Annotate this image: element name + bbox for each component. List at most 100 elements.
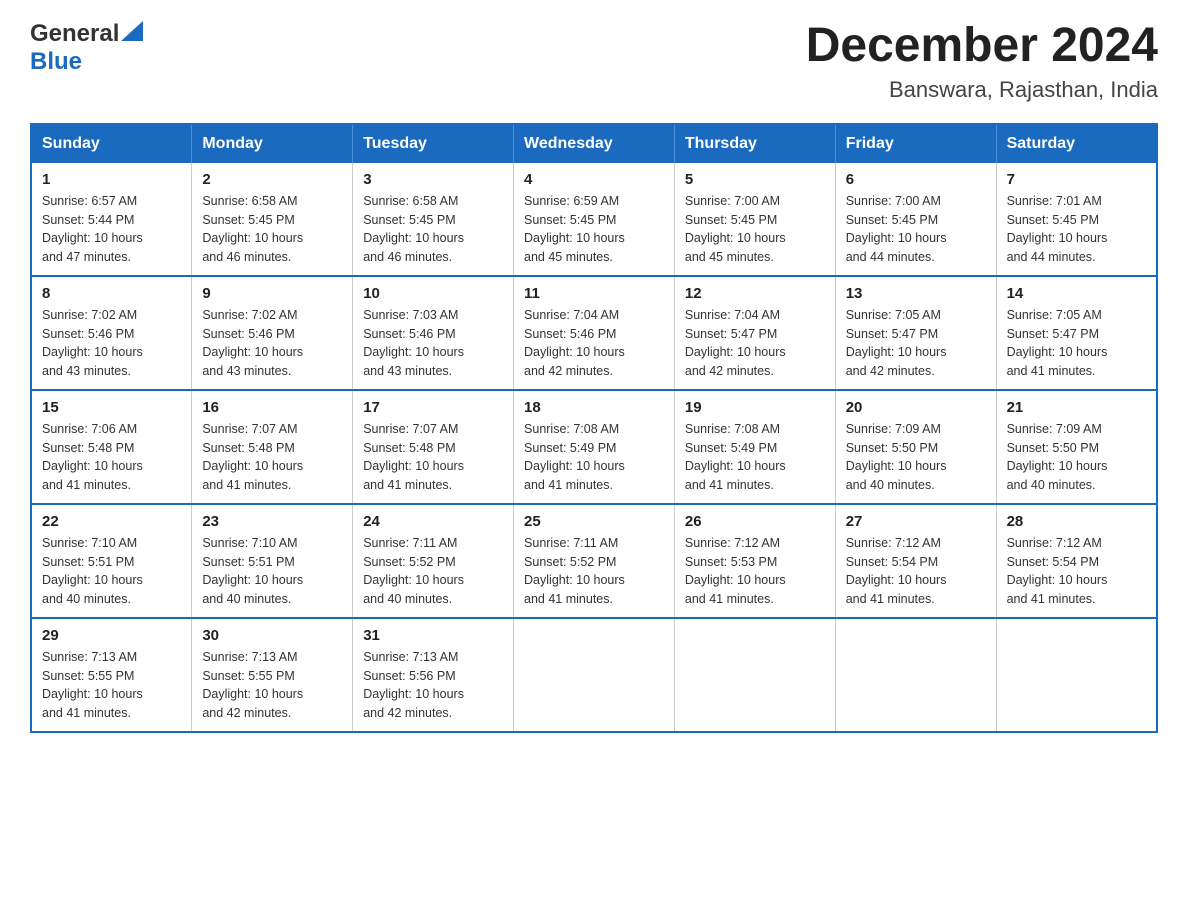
day-info: Sunrise: 7:13 AMSunset: 5:56 PMDaylight:… [363, 648, 503, 723]
day-cell-12: 12 Sunrise: 7:04 AMSunset: 5:47 PMDaylig… [674, 276, 835, 390]
day-info: Sunrise: 7:13 AMSunset: 5:55 PMDaylight:… [42, 648, 181, 723]
day-cell-22: 22 Sunrise: 7:10 AMSunset: 5:51 PMDaylig… [31, 504, 192, 618]
day-number: 17 [363, 399, 503, 416]
day-info: Sunrise: 7:00 AMSunset: 5:45 PMDaylight:… [685, 192, 825, 267]
day-number: 31 [363, 627, 503, 644]
week-row-4: 22 Sunrise: 7:10 AMSunset: 5:51 PMDaylig… [31, 504, 1157, 618]
day-cell-2: 2 Sunrise: 6:58 AMSunset: 5:45 PMDayligh… [192, 163, 353, 276]
logo-general-text: General [30, 20, 119, 48]
day-number: 14 [1007, 285, 1146, 302]
day-info: Sunrise: 7:04 AMSunset: 5:47 PMDaylight:… [685, 306, 825, 381]
day-number: 10 [363, 285, 503, 302]
day-cell-9: 9 Sunrise: 7:02 AMSunset: 5:46 PMDayligh… [192, 276, 353, 390]
day-number: 18 [524, 399, 664, 416]
day-number: 7 [1007, 171, 1146, 188]
month-title: December 2024 [806, 20, 1158, 73]
day-info: Sunrise: 7:07 AMSunset: 5:48 PMDaylight:… [363, 420, 503, 495]
day-cell-16: 16 Sunrise: 7:07 AMSunset: 5:48 PMDaylig… [192, 390, 353, 504]
day-info: Sunrise: 7:12 AMSunset: 5:54 PMDaylight:… [846, 534, 986, 609]
day-cell-3: 3 Sunrise: 6:58 AMSunset: 5:45 PMDayligh… [353, 163, 514, 276]
day-info: Sunrise: 7:02 AMSunset: 5:46 PMDaylight:… [202, 306, 342, 381]
week-row-2: 8 Sunrise: 7:02 AMSunset: 5:46 PMDayligh… [31, 276, 1157, 390]
day-number: 3 [363, 171, 503, 188]
week-row-3: 15 Sunrise: 7:06 AMSunset: 5:48 PMDaylig… [31, 390, 1157, 504]
day-cell-7: 7 Sunrise: 7:01 AMSunset: 5:45 PMDayligh… [996, 163, 1157, 276]
day-number: 26 [685, 513, 825, 530]
day-cell-19: 19 Sunrise: 7:08 AMSunset: 5:49 PMDaylig… [674, 390, 835, 504]
day-info: Sunrise: 7:10 AMSunset: 5:51 PMDaylight:… [42, 534, 181, 609]
day-cell-1: 1 Sunrise: 6:57 AMSunset: 5:44 PMDayligh… [31, 163, 192, 276]
day-number: 5 [685, 171, 825, 188]
day-number: 9 [202, 285, 342, 302]
day-info: Sunrise: 7:08 AMSunset: 5:49 PMDaylight:… [685, 420, 825, 495]
day-cell-8: 8 Sunrise: 7:02 AMSunset: 5:46 PMDayligh… [31, 276, 192, 390]
day-cell-29: 29 Sunrise: 7:13 AMSunset: 5:55 PMDaylig… [31, 618, 192, 732]
day-info: Sunrise: 7:10 AMSunset: 5:51 PMDaylight:… [202, 534, 342, 609]
day-cell-10: 10 Sunrise: 7:03 AMSunset: 5:46 PMDaylig… [353, 276, 514, 390]
day-number: 16 [202, 399, 342, 416]
day-number: 30 [202, 627, 342, 644]
day-cell-15: 15 Sunrise: 7:06 AMSunset: 5:48 PMDaylig… [31, 390, 192, 504]
empty-cell [674, 618, 835, 732]
day-info: Sunrise: 7:03 AMSunset: 5:46 PMDaylight:… [363, 306, 503, 381]
day-cell-6: 6 Sunrise: 7:00 AMSunset: 5:45 PMDayligh… [835, 163, 996, 276]
day-number: 25 [524, 513, 664, 530]
day-cell-13: 13 Sunrise: 7:05 AMSunset: 5:47 PMDaylig… [835, 276, 996, 390]
day-info: Sunrise: 7:09 AMSunset: 5:50 PMDaylight:… [846, 420, 986, 495]
day-info: Sunrise: 7:12 AMSunset: 5:53 PMDaylight:… [685, 534, 825, 609]
day-number: 20 [846, 399, 986, 416]
weekday-header-monday: Monday [192, 124, 353, 163]
day-cell-24: 24 Sunrise: 7:11 AMSunset: 5:52 PMDaylig… [353, 504, 514, 618]
day-number: 4 [524, 171, 664, 188]
day-info: Sunrise: 7:05 AMSunset: 5:47 PMDaylight:… [846, 306, 986, 381]
day-number: 12 [685, 285, 825, 302]
day-info: Sunrise: 6:59 AMSunset: 5:45 PMDaylight:… [524, 192, 664, 267]
day-info: Sunrise: 7:08 AMSunset: 5:49 PMDaylight:… [524, 420, 664, 495]
location-title: Banswara, Rajasthan, India [806, 77, 1158, 103]
day-number: 21 [1007, 399, 1146, 416]
day-number: 11 [524, 285, 664, 302]
day-info: Sunrise: 7:06 AMSunset: 5:48 PMDaylight:… [42, 420, 181, 495]
weekday-header-saturday: Saturday [996, 124, 1157, 163]
empty-cell [835, 618, 996, 732]
weekday-header-friday: Friday [835, 124, 996, 163]
day-number: 28 [1007, 513, 1146, 530]
day-info: Sunrise: 7:02 AMSunset: 5:46 PMDaylight:… [42, 306, 181, 381]
day-cell-25: 25 Sunrise: 7:11 AMSunset: 5:52 PMDaylig… [514, 504, 675, 618]
day-number: 24 [363, 513, 503, 530]
day-number: 13 [846, 285, 986, 302]
day-info: Sunrise: 7:01 AMSunset: 5:45 PMDaylight:… [1007, 192, 1146, 267]
day-cell-17: 17 Sunrise: 7:07 AMSunset: 5:48 PMDaylig… [353, 390, 514, 504]
week-row-5: 29 Sunrise: 7:13 AMSunset: 5:55 PMDaylig… [31, 618, 1157, 732]
day-number: 27 [846, 513, 986, 530]
day-number: 8 [42, 285, 181, 302]
day-info: Sunrise: 7:11 AMSunset: 5:52 PMDaylight:… [363, 534, 503, 609]
weekday-header-thursday: Thursday [674, 124, 835, 163]
day-number: 1 [42, 171, 181, 188]
day-cell-18: 18 Sunrise: 7:08 AMSunset: 5:49 PMDaylig… [514, 390, 675, 504]
day-number: 6 [846, 171, 986, 188]
logo-arrow-icon [121, 21, 143, 46]
weekday-header-wednesday: Wednesday [514, 124, 675, 163]
day-info: Sunrise: 7:07 AMSunset: 5:48 PMDaylight:… [202, 420, 342, 495]
day-cell-4: 4 Sunrise: 6:59 AMSunset: 5:45 PMDayligh… [514, 163, 675, 276]
day-number: 29 [42, 627, 181, 644]
day-cell-5: 5 Sunrise: 7:00 AMSunset: 5:45 PMDayligh… [674, 163, 835, 276]
day-number: 19 [685, 399, 825, 416]
empty-cell [996, 618, 1157, 732]
day-info: Sunrise: 6:58 AMSunset: 5:45 PMDaylight:… [363, 192, 503, 267]
day-info: Sunrise: 7:04 AMSunset: 5:46 PMDaylight:… [524, 306, 664, 381]
day-info: Sunrise: 7:12 AMSunset: 5:54 PMDaylight:… [1007, 534, 1146, 609]
day-cell-26: 26 Sunrise: 7:12 AMSunset: 5:53 PMDaylig… [674, 504, 835, 618]
empty-cell [514, 618, 675, 732]
day-info: Sunrise: 6:58 AMSunset: 5:45 PMDaylight:… [202, 192, 342, 267]
logo: General Blue [30, 20, 143, 76]
day-number: 2 [202, 171, 342, 188]
page-header: General Blue December 2024 Banswara, Raj… [30, 20, 1158, 103]
day-cell-14: 14 Sunrise: 7:05 AMSunset: 5:47 PMDaylig… [996, 276, 1157, 390]
day-cell-20: 20 Sunrise: 7:09 AMSunset: 5:50 PMDaylig… [835, 390, 996, 504]
day-cell-11: 11 Sunrise: 7:04 AMSunset: 5:46 PMDaylig… [514, 276, 675, 390]
day-info: Sunrise: 7:13 AMSunset: 5:55 PMDaylight:… [202, 648, 342, 723]
day-cell-23: 23 Sunrise: 7:10 AMSunset: 5:51 PMDaylig… [192, 504, 353, 618]
day-number: 15 [42, 399, 181, 416]
